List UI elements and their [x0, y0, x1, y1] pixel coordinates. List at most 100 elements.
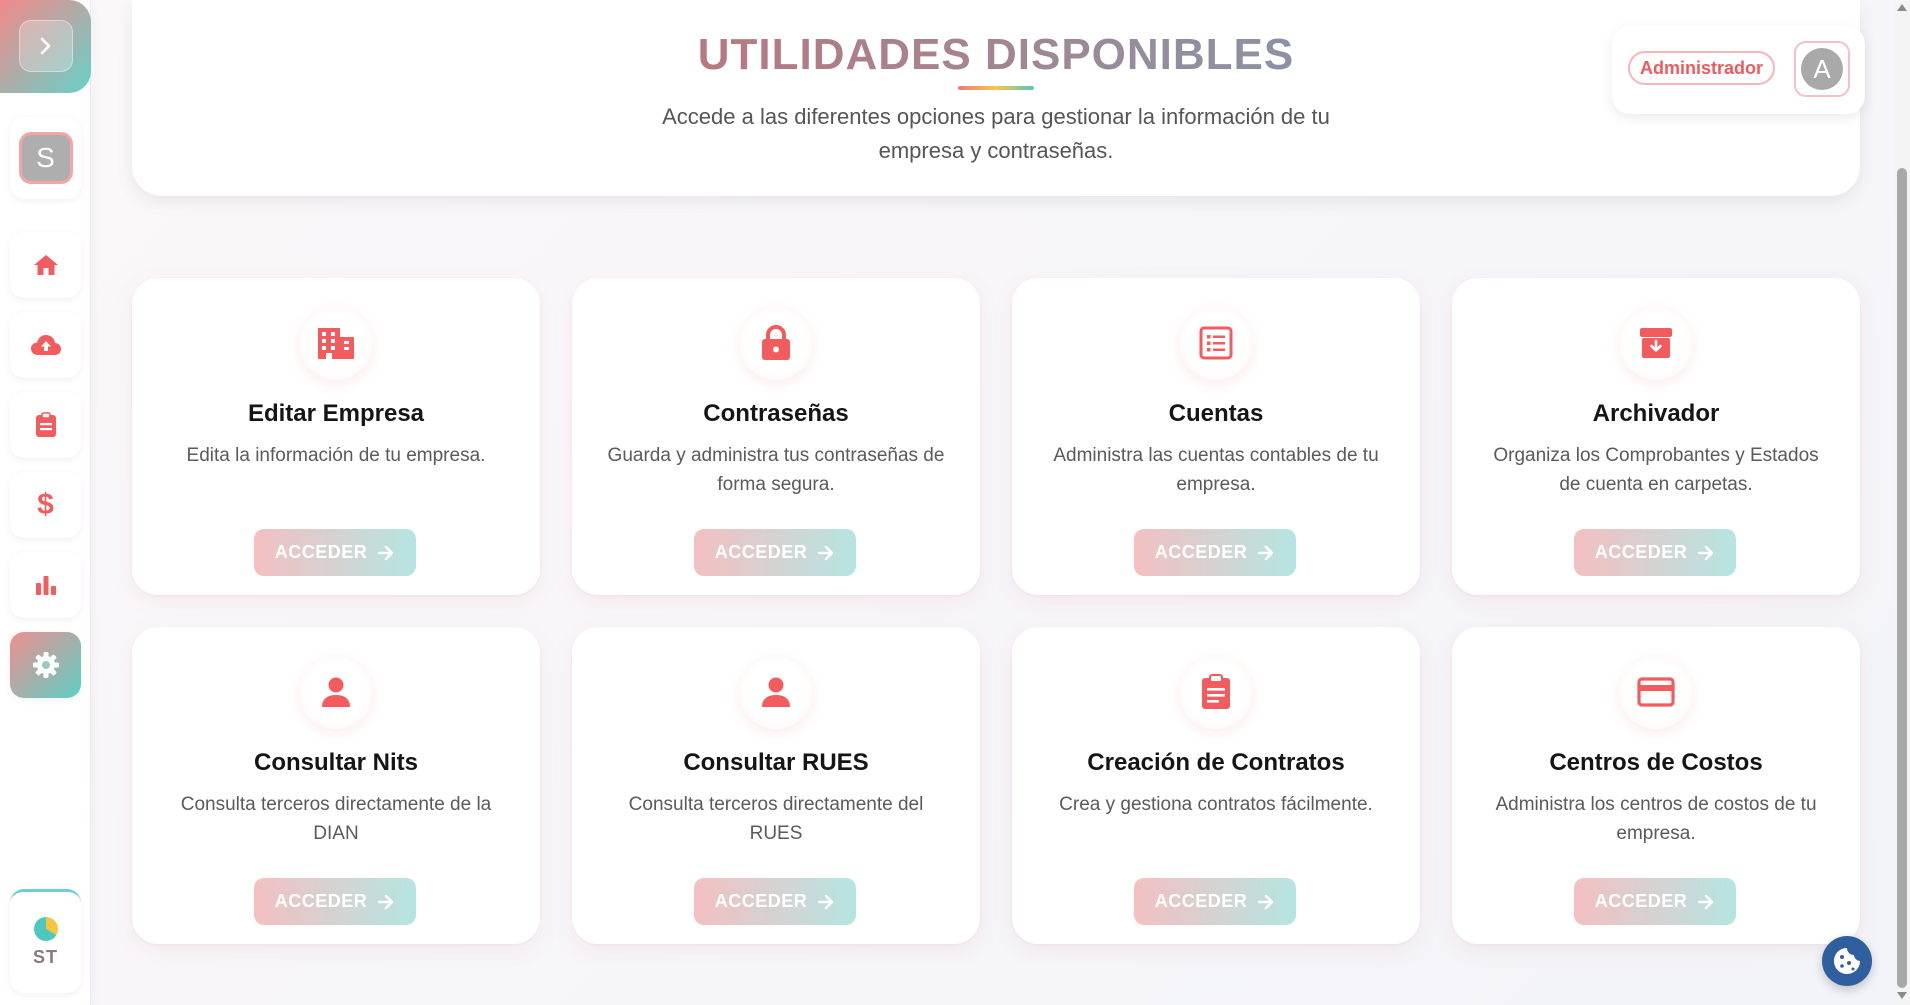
card-archivador: Archivador Organiza los Comprobantes y E…: [1452, 278, 1860, 595]
button-label: ACCEDER: [1594, 891, 1688, 911]
card-description: Administra los centros de costos de tu e…: [1495, 794, 1817, 844]
cookie-icon: [1834, 948, 1860, 974]
list-icon: [1199, 326, 1233, 360]
credit-card-icon: [1637, 677, 1675, 707]
user-avatar-initial: A: [1801, 48, 1843, 90]
card-title: Consultar RUES: [683, 749, 869, 776]
status-dot-icon: [33, 917, 58, 941]
sidebar-item-stats[interactable]: [10, 552, 81, 618]
button-label: ACCEDER: [1154, 542, 1248, 562]
page-scrollbar[interactable]: [1894, 0, 1910, 1005]
role-badge: Administrador: [1628, 51, 1776, 85]
scroll-thumb[interactable]: [1897, 168, 1907, 988]
sidebar-item-finance[interactable]: $: [10, 472, 81, 538]
button-label: ACCEDER: [274, 542, 368, 562]
user-avatar[interactable]: A: [1794, 41, 1850, 97]
card-title: Centros de Costos: [1549, 749, 1763, 776]
card-description: Crea y gestiona contratos fácilmente.: [1059, 794, 1373, 815]
profile-initial: S: [36, 142, 55, 173]
card-description: Edita la información de tu empresa.: [186, 445, 486, 466]
card-description: Administra las cuentas contables de tu e…: [1053, 445, 1379, 495]
lock-icon: [762, 325, 790, 360]
card-description: Consulta terceros directamente del RUES: [628, 794, 924, 844]
card-title: Editar Empresa: [247, 400, 425, 427]
arrow-right-icon: [1698, 894, 1714, 909]
cookie-settings-button[interactable]: [1822, 936, 1872, 986]
acceder-button[interactable]: ACCEDER: [1134, 529, 1296, 576]
bar-chart-icon: [35, 576, 56, 595]
card-icon-wrap: [299, 655, 373, 729]
arrow-right-icon: [818, 894, 834, 909]
card-icon-wrap: [739, 655, 813, 729]
acceder-button[interactable]: ACCEDER: [694, 878, 856, 925]
archive-icon: [1640, 328, 1672, 358]
scroll-up-arrow-icon[interactable]: [1897, 4, 1907, 11]
building-icon: [318, 328, 354, 359]
sidebar-item-upload[interactable]: [10, 312, 81, 378]
button-label: ACCEDER: [714, 542, 808, 562]
user-icon: [762, 677, 790, 707]
card-icon-wrap: [1619, 655, 1693, 729]
sidebar: S $ ST: [0, 0, 91, 1005]
acceder-button[interactable]: ACCEDER: [254, 529, 416, 576]
button-label: ACCEDER: [274, 891, 368, 911]
clipboard-icon: [35, 412, 56, 437]
page-title: UTILIDADES DISPONIBLES: [697, 30, 1295, 79]
sidebar-footer[interactable]: ST: [10, 889, 81, 993]
arrow-right-icon: [378, 545, 394, 560]
arrow-right-icon: [1698, 545, 1714, 560]
profile-avatar: S: [18, 132, 73, 184]
card-editar-empresa: Editar Empresa Edita la información de t…: [132, 278, 540, 595]
card-title: Cuentas: [1168, 400, 1264, 427]
title-underline: [958, 86, 1034, 90]
cloud-upload-icon: [30, 335, 61, 355]
acceder-button[interactable]: ACCEDER: [1574, 878, 1736, 925]
card-title: Contraseñas: [703, 400, 849, 427]
button-label: ACCEDER: [1154, 891, 1248, 911]
sidebar-profile[interactable]: S: [10, 117, 81, 199]
acceder-button[interactable]: ACCEDER: [694, 529, 856, 576]
sidebar-header: [0, 0, 91, 93]
sidebar-item-settings[interactable]: [10, 632, 81, 698]
card-description: Consulta terceros directamente de la DIA…: [180, 794, 492, 844]
home-icon: [33, 255, 58, 275]
acceder-button[interactable]: ACCEDER: [1574, 529, 1736, 576]
button-label: ACCEDER: [714, 891, 808, 911]
card-icon-wrap: [739, 306, 813, 380]
card-contrasenas: Contraseñas Guarda y administra tus cont…: [572, 278, 980, 595]
acceder-button[interactable]: ACCEDER: [254, 878, 416, 925]
footer-initials: ST: [32, 947, 58, 967]
scroll-down-arrow-icon[interactable]: [1897, 992, 1907, 999]
card-description: Guarda y administra tus contraseñas de f…: [607, 445, 945, 495]
chevron-right-icon: [40, 37, 51, 55]
card-consultar-nits: Consultar Nits Consulta terceros directa…: [132, 627, 540, 944]
card-creacion-contratos: Creación de Contratos Crea y gestiona co…: [1012, 627, 1420, 944]
card-icon-wrap: [299, 306, 373, 380]
card-title: Creación de Contratos: [1087, 749, 1345, 776]
user-chip[interactable]: Administrador A: [1612, 26, 1865, 114]
dollar-icon: $: [37, 488, 54, 521]
acceder-button[interactable]: ACCEDER: [1134, 878, 1296, 925]
sidebar-toggle-button[interactable]: [19, 20, 73, 72]
user-icon: [322, 677, 350, 707]
card-title: Consultar Nits: [253, 749, 418, 776]
button-label: ACCEDER: [1594, 542, 1688, 562]
sidebar-item-reports[interactable]: [10, 392, 81, 458]
card-icon-wrap: [1619, 306, 1693, 380]
arrow-right-icon: [1258, 545, 1274, 560]
card-title: Archivador: [1592, 400, 1720, 427]
gear-icon: [32, 652, 59, 678]
arrow-right-icon: [1258, 894, 1274, 909]
card-description: Organiza los Comprobantes y Estados de c…: [1493, 445, 1819, 495]
card-cuentas: Cuentas Administra las cuentas contables…: [1012, 278, 1420, 595]
arrow-right-icon: [378, 894, 394, 909]
card-icon-wrap: [1179, 306, 1253, 380]
page-subtitle: Accede a las diferentes opciones para ge…: [662, 104, 1330, 163]
sidebar-item-home[interactable]: [10, 232, 81, 298]
card-icon-wrap: [1179, 655, 1253, 729]
clipboard-list-icon: [1202, 674, 1230, 709]
card-consultar-rues: Consultar RUES Consulta terceros directa…: [572, 627, 980, 944]
card-centros-costos: Centros de Costos Administra los centros…: [1452, 627, 1860, 944]
page-header: UTILIDADES DISPONIBLES Accede a las dife…: [132, 0, 1860, 196]
arrow-right-icon: [818, 545, 834, 560]
